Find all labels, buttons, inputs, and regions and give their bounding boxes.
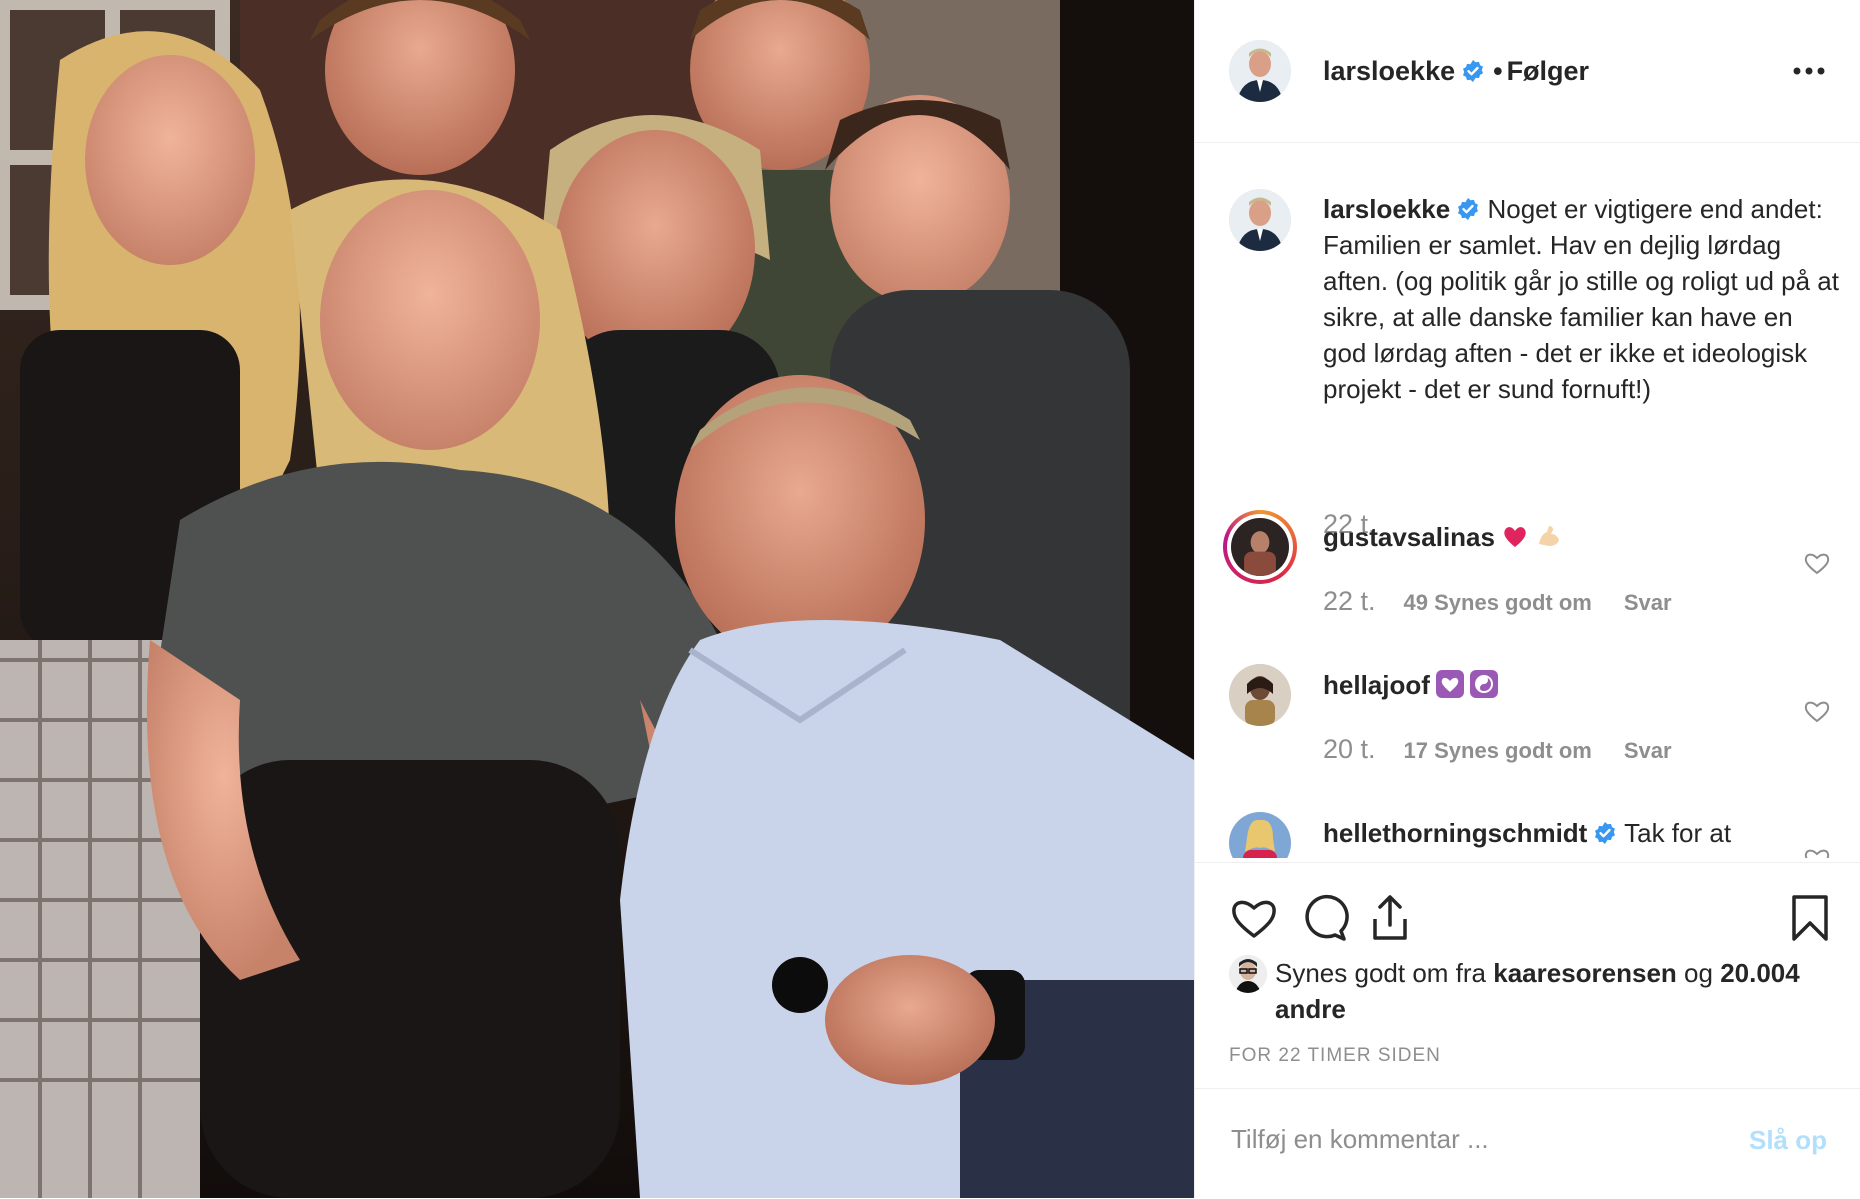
follow-button[interactable]: Følger bbox=[1507, 56, 1590, 86]
share-icon[interactable] bbox=[1365, 893, 1415, 943]
follow-separator: • bbox=[1493, 56, 1503, 86]
yin-yang-icon bbox=[1469, 670, 1498, 698]
comment-likes[interactable]: 17 Synes godt om bbox=[1404, 738, 1592, 763]
comment-item: gustavsalinas 22 t. 49 Synes godt om Svar bbox=[1223, 510, 1839, 626]
liked-by-joiner: og bbox=[1684, 958, 1713, 988]
post-detail-panel: larsloekke • Følger larsloekke Noget er vi… bbox=[1194, 0, 1860, 1198]
commenter-avatar[interactable] bbox=[1229, 664, 1291, 726]
comment-time[interactable]: 20 t. bbox=[1323, 734, 1376, 764]
liked-by-user[interactable]: kaaresorensen bbox=[1493, 958, 1677, 988]
post-timestamp[interactable]: FOR 22 TIMER SIDEN bbox=[1229, 1045, 1441, 1067]
comment-username[interactable]: hellethorningschmidt bbox=[1323, 818, 1587, 848]
liked-by-prefix: Synes godt om fra bbox=[1275, 958, 1486, 988]
flexed-biceps-icon bbox=[1535, 522, 1563, 550]
caption-text-block: larsloekke Noget er vigtigere end andet:… bbox=[1323, 191, 1843, 407]
verified-badge-icon bbox=[1593, 821, 1617, 845]
purple-heart-icon bbox=[1435, 670, 1464, 698]
caption-text: Noget er vigtigere end andet: Familien e… bbox=[1323, 194, 1839, 404]
reply-button[interactable]: Svar bbox=[1624, 590, 1672, 615]
post-actions: Synes godt om fra kaaresorensen og 20.00… bbox=[1195, 862, 1860, 1087]
caption-author-avatar[interactable] bbox=[1229, 189, 1291, 251]
commenter-avatar[interactable] bbox=[1229, 812, 1291, 858]
comment-item: hellethorningschmidt Tak for at bbox=[1229, 812, 1839, 858]
comment-like-heart-icon[interactable] bbox=[1803, 550, 1831, 576]
comment-input[interactable] bbox=[1229, 1113, 1693, 1165]
reply-button[interactable]: Svar bbox=[1624, 738, 1672, 763]
author-username[interactable]: larsloekke bbox=[1323, 56, 1455, 86]
add-comment-bar: Slå op bbox=[1195, 1088, 1860, 1199]
verified-badge-icon bbox=[1456, 197, 1480, 221]
author-avatar[interactable] bbox=[1229, 40, 1291, 102]
comment-username[interactable]: hellajoof bbox=[1323, 670, 1430, 700]
red-heart-icon bbox=[1501, 522, 1529, 550]
post-comment-button[interactable]: Slå op bbox=[1749, 1125, 1827, 1156]
more-horizontal-icon[interactable] bbox=[1791, 56, 1827, 86]
liker-avatar[interactable] bbox=[1229, 955, 1267, 993]
comment-like-heart-icon[interactable] bbox=[1803, 698, 1831, 724]
comment-text: Tak for at bbox=[1624, 818, 1732, 848]
post-header: larsloekke • Følger bbox=[1195, 0, 1860, 143]
verified-badge-icon bbox=[1461, 59, 1485, 83]
comment-like-heart-icon[interactable] bbox=[1803, 846, 1831, 858]
comments-list[interactable]: larsloekke Noget er vigtigere end andet:… bbox=[1195, 143, 1860, 858]
post-photo[interactable] bbox=[0, 0, 1194, 1198]
bookmark-icon[interactable] bbox=[1785, 893, 1835, 943]
heart-icon[interactable] bbox=[1229, 893, 1279, 943]
comment-item: hellajoof 20 t. 17 Synes godt om Svar bbox=[1229, 664, 1839, 774]
caption-username[interactable]: larsloekke bbox=[1323, 194, 1450, 224]
comment-likes[interactable]: 49 Synes godt om bbox=[1404, 590, 1592, 615]
comment-time[interactable]: 22 t. bbox=[1323, 586, 1376, 616]
comment-bubble-icon[interactable] bbox=[1299, 893, 1349, 943]
comment-username[interactable]: gustavsalinas bbox=[1323, 522, 1495, 552]
commenter-avatar[interactable] bbox=[1231, 518, 1289, 576]
